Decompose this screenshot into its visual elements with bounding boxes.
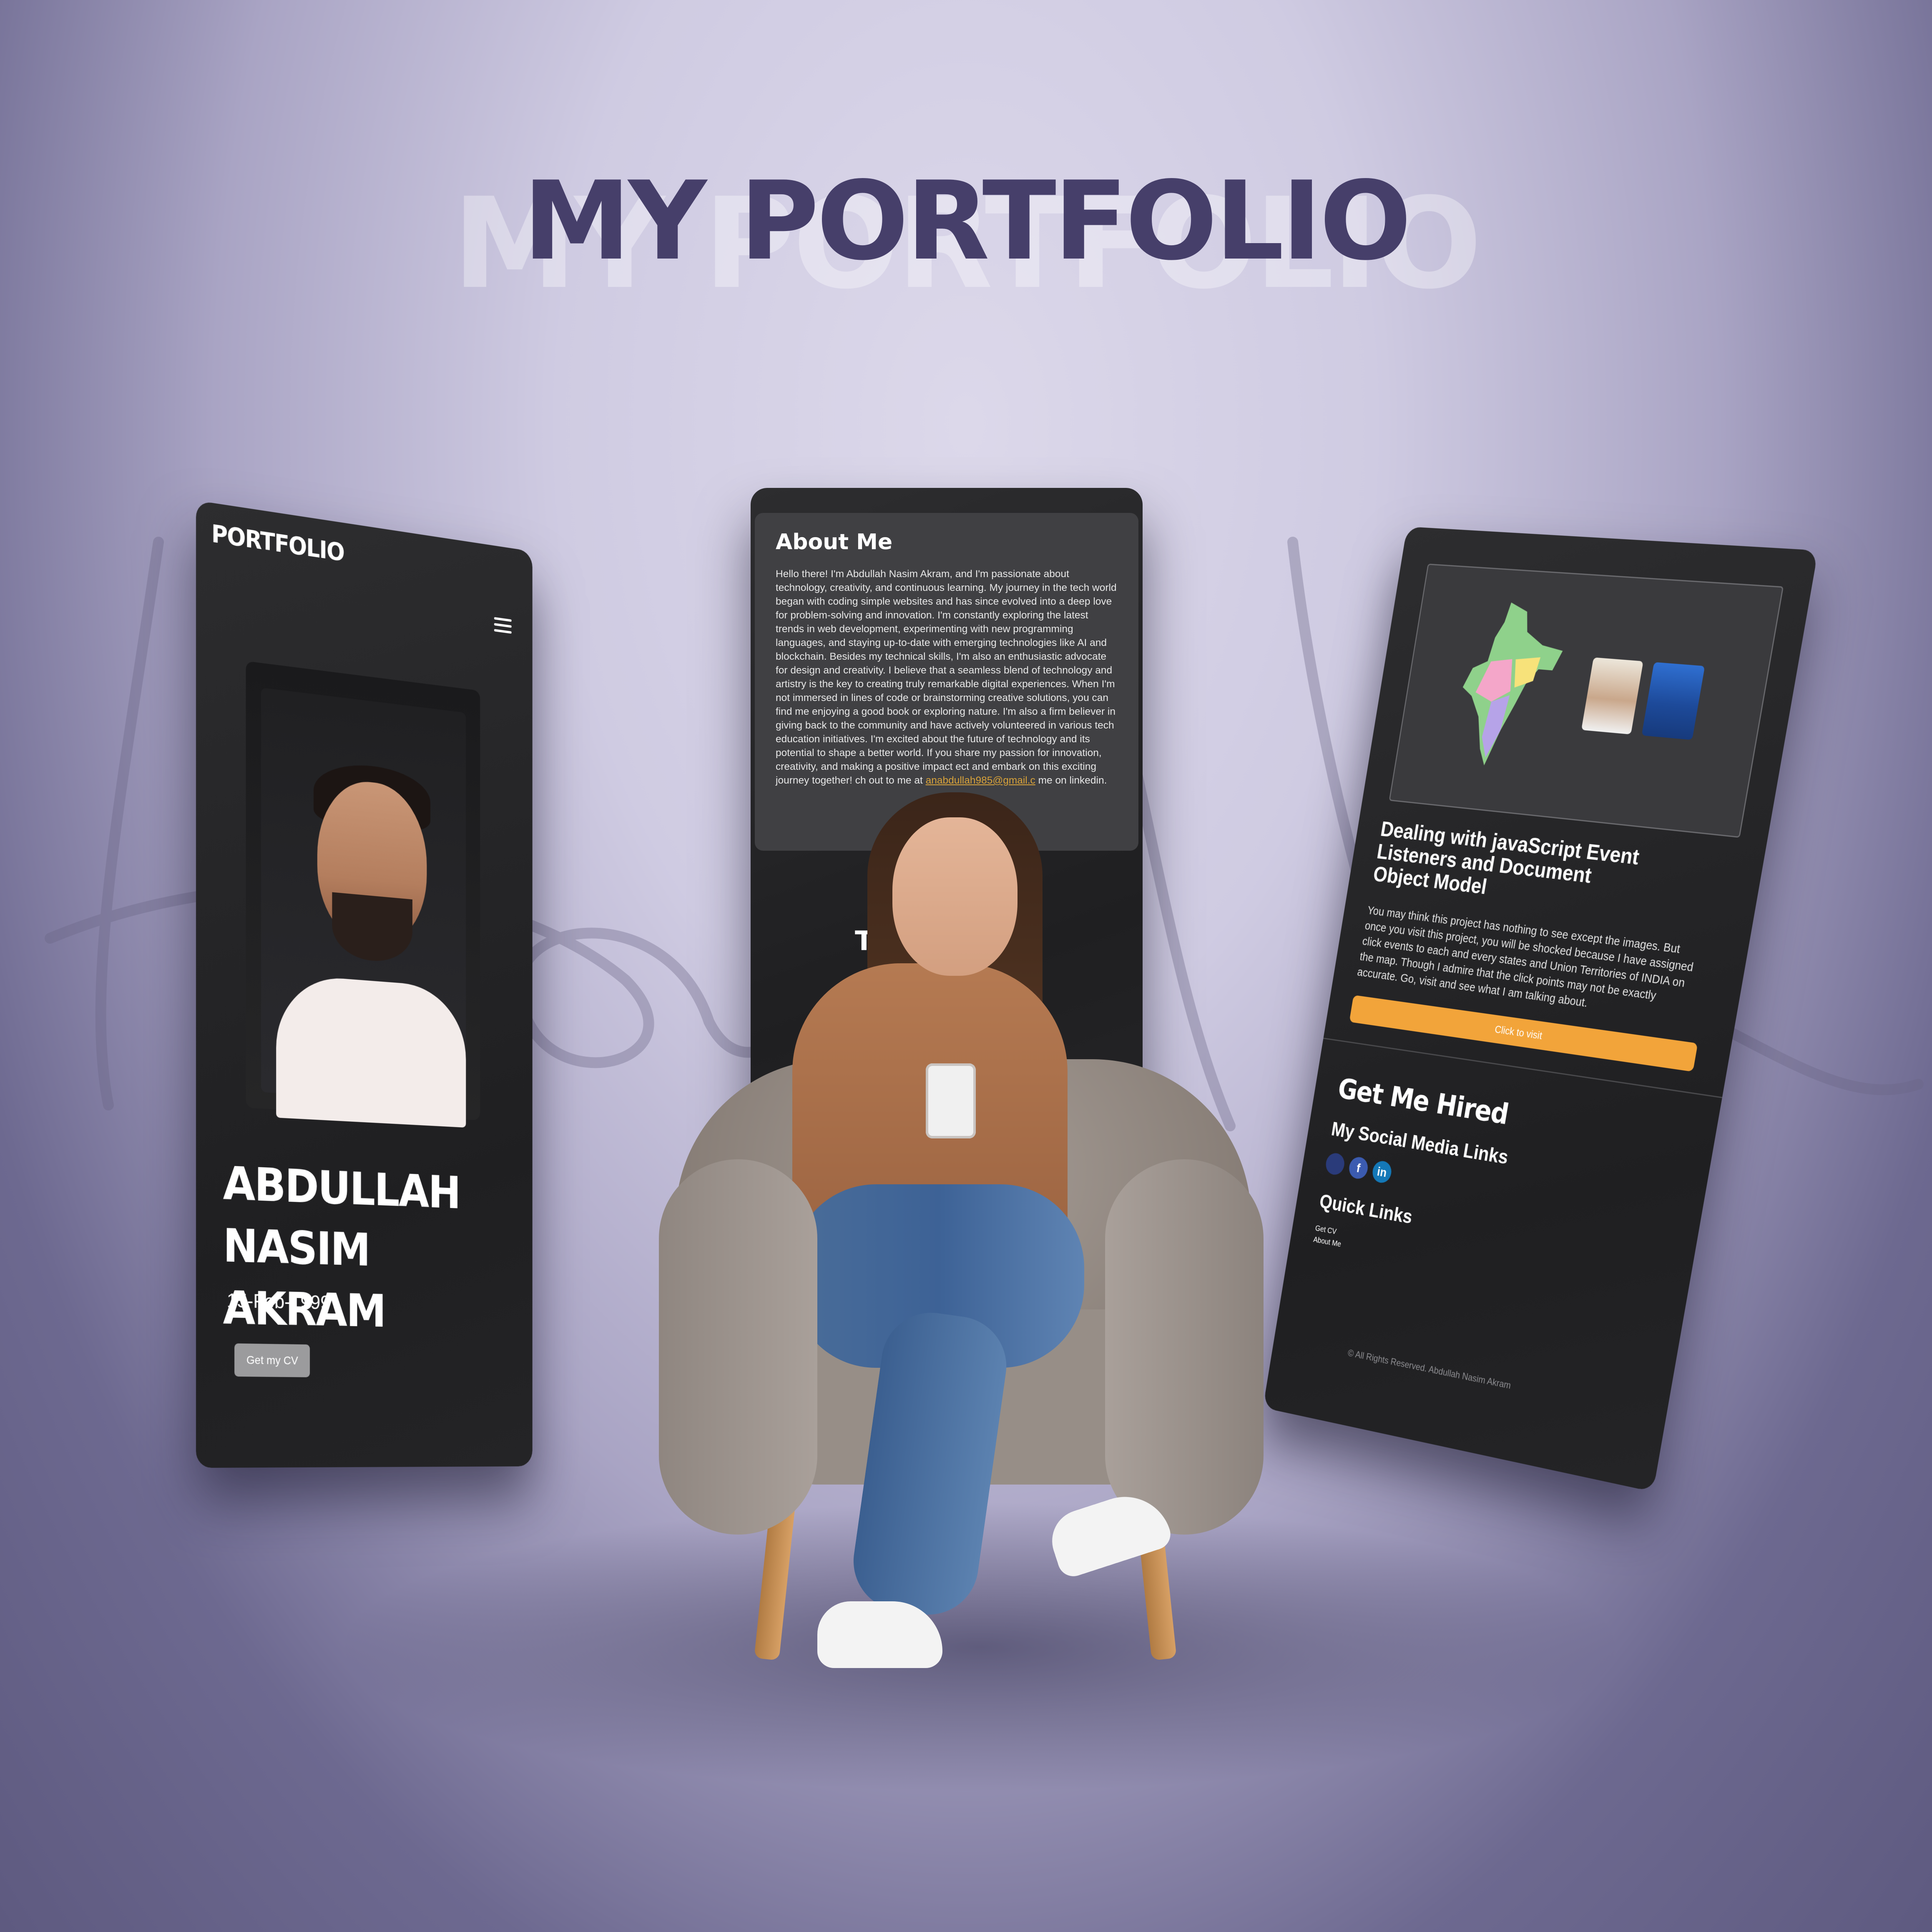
- quick-link-about-me[interactable]: About Me: [1313, 1235, 1342, 1249]
- smartphone: [926, 1063, 976, 1138]
- page-title: MY PORTFOLIO: [523, 158, 1412, 284]
- profile-photo: [246, 661, 480, 1128]
- email-link[interactable]: anabdullah985@gmail.c: [926, 775, 1035, 786]
- copyright-text: © All Rights Reserved. Abdullah Nasim Ak…: [1347, 1347, 1512, 1392]
- name-line-1: ABDULLAH: [223, 1156, 460, 1219]
- date-of-birth: 15-Feb-1999: [226, 1289, 330, 1314]
- facebook-icon[interactable]: f: [1347, 1156, 1369, 1181]
- profile-phone-panel: PORTFOLIO ABDULLAH NASIM AKRAM 15-Feb-19…: [196, 500, 533, 1468]
- about-text: Hello there! I'm Abdullah Nasim Akram, a…: [776, 567, 1118, 787]
- armchair-arm-left: [659, 1159, 817, 1535]
- social-icons: f in: [1324, 1151, 1393, 1184]
- armchair-arm-right: [1105, 1159, 1264, 1535]
- project-title: Dealing with javaScript Event Listeners …: [1372, 817, 1641, 899]
- name-line-2: NASIM AKRAM: [223, 1219, 385, 1337]
- profile-name: ABDULLAH NASIM AKRAM: [223, 1152, 533, 1344]
- linkedin-icon[interactable]: in: [1371, 1159, 1393, 1184]
- woman-face: [892, 817, 1018, 976]
- portrait-image-1: [1581, 657, 1643, 735]
- github-icon[interactable]: [1324, 1151, 1346, 1176]
- hamburger-menu-icon[interactable]: [494, 617, 512, 636]
- india-map-icon: [1450, 600, 1570, 771]
- brand-logo[interactable]: PORTFOLIO: [211, 520, 344, 567]
- portrait-image-2: [1641, 662, 1705, 740]
- quick-links-heading: Quick Links: [1318, 1190, 1414, 1228]
- quick-link-get-cv[interactable]: Get CV: [1314, 1224, 1337, 1236]
- about-title: About Me: [776, 530, 893, 555]
- get-cv-button[interactable]: Get my CV: [234, 1343, 310, 1377]
- about-paragraph: Hello there! I'm Abdullah Nasim Akram, a…: [776, 568, 1117, 772]
- project-image-card[interactable]: [1389, 563, 1784, 838]
- about-paragraph-tail-2: ch out to me at: [855, 775, 923, 786]
- email-tail: me on linkedin.: [1038, 775, 1107, 786]
